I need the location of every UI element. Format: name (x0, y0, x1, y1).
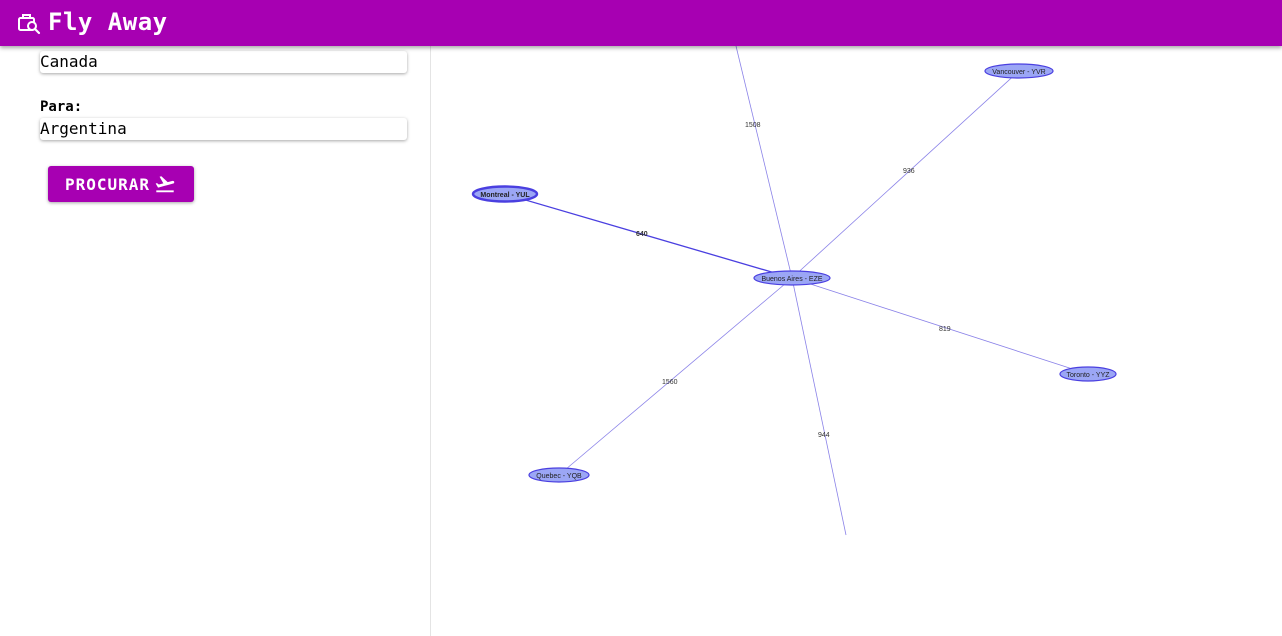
edge-label-640: 640 (636, 231, 648, 238)
node-label: Quebec - YQB (536, 473, 582, 480)
node-label: Toronto - YYZ (1066, 372, 1110, 379)
luggage-search-icon (17, 11, 41, 35)
destination-field[interactable]: Argentina (40, 118, 407, 140)
edge-eze-yqb[interactable] (558, 277, 793, 476)
edge-label-1508: 1508 (745, 122, 761, 129)
edge-eze-yul[interactable] (504, 193, 793, 279)
edge-label-1560: 1560 (662, 379, 678, 386)
search-button[interactable]: PROCURAR (48, 166, 194, 202)
edge-label-819: 819 (939, 326, 951, 333)
node-vancouver-yvr[interactable]: Vancouver - YVR (984, 63, 1054, 79)
node-label: Vancouver - YVR (992, 69, 1045, 76)
edge-eze-offscreen-bottom[interactable] (791, 277, 847, 536)
node-buenos-aires-eze[interactable]: Buenos Aires - EZE (753, 270, 831, 286)
edge-eze-offscreen-top[interactable] (735, 46, 793, 279)
node-label: Montreal - YUL (480, 192, 530, 199)
search-panel: Canada Para: Argentina PROCURAR (0, 46, 431, 636)
node-quebec-yqb[interactable]: Quebec - YQB (528, 467, 590, 483)
route-graph[interactable]: 1508 936 640 819 1560 944 Vancouver - YV… (431, 46, 1282, 636)
destination-label: Para: (40, 99, 83, 115)
edge-label-944: 944 (818, 432, 830, 439)
search-button-label: PROCURAR (65, 175, 151, 194)
airplane-takeoff-icon (154, 173, 176, 195)
app-bar: Fly Away (0, 0, 1282, 46)
app-title: Fly Away (48, 8, 168, 36)
origin-field[interactable]: Canada (40, 51, 407, 73)
node-toronto-yyz[interactable]: Toronto - YYZ (1059, 366, 1117, 382)
node-montreal-yul[interactable]: Montreal - YUL (471, 185, 539, 203)
edge-label-936: 936 (903, 168, 915, 175)
node-label: Buenos Aires - EZE (761, 276, 822, 283)
